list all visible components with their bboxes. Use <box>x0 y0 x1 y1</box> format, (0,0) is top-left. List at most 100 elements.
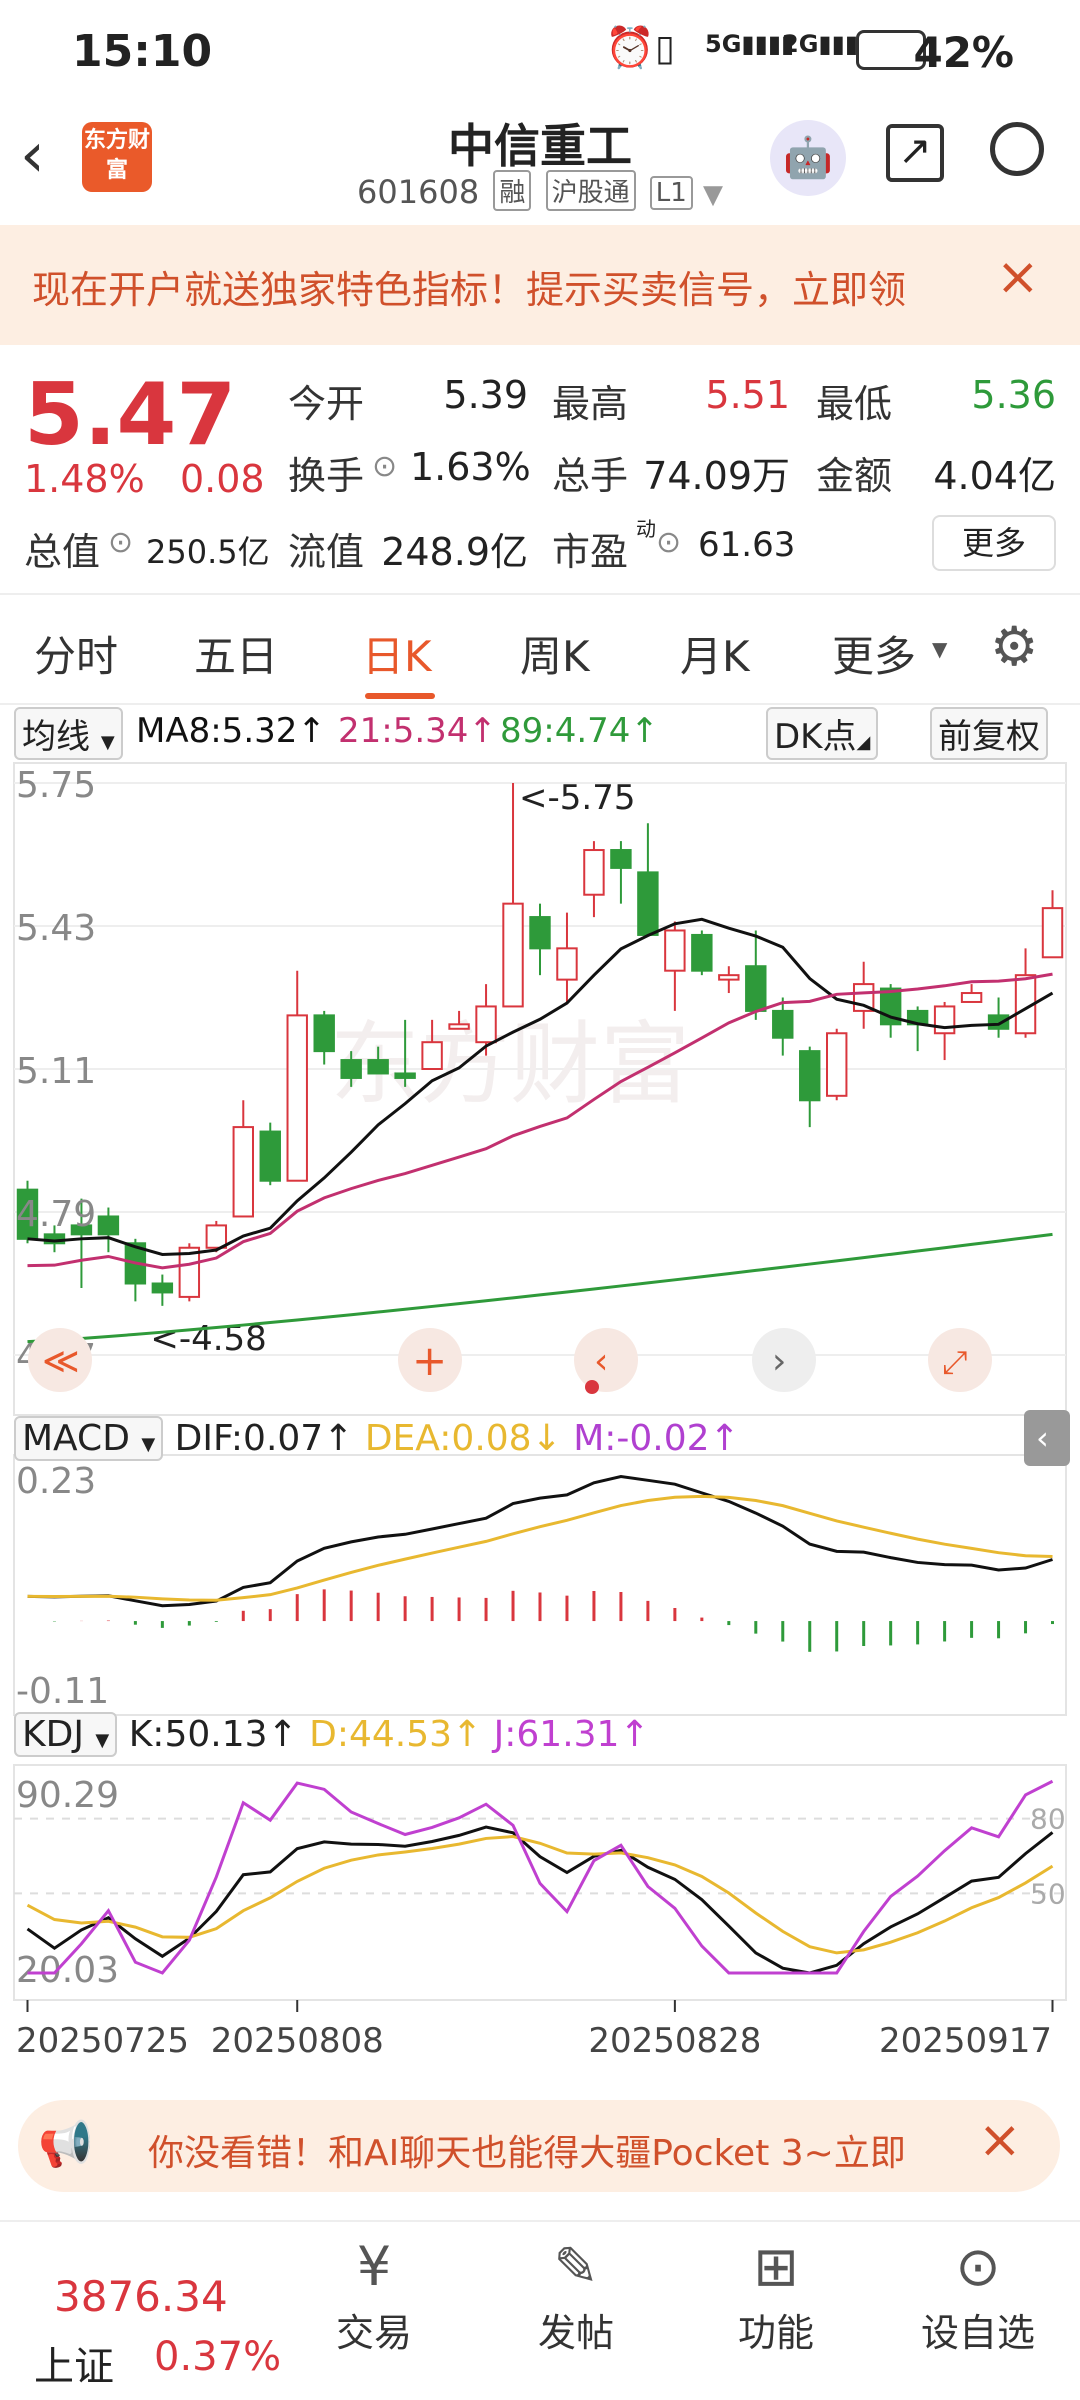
tag-shanghai-connect: 沪股通 <box>545 170 636 211</box>
nav-functions[interactable]: ⊞ 功能 <box>676 2222 876 2357</box>
kdj-selector[interactable]: KDJ ▼ <box>14 1712 118 1757</box>
info-icon[interactable]: ⊙ <box>656 525 681 560</box>
candle-down <box>97 1215 120 1236</box>
adjust-button[interactable]: 前复权 <box>930 707 1048 760</box>
dif-label: DIF:0.07↑ <box>174 1418 354 1459</box>
macd-selector[interactable]: MACD ▼ <box>14 1416 164 1461</box>
more-quote-button[interactable]: 更多 <box>932 515 1056 571</box>
open-value: 5.39 <box>443 373 528 417</box>
ad-banner[interactable]: 📢 你没看错！和AI聊天也能得大疆Pocket 3~立即 × <box>18 2100 1060 2192</box>
ma89-label: 89:4.74↑ <box>500 711 659 751</box>
volume-label: 总手 <box>552 454 629 498</box>
vibrate-icon: ▯ <box>655 28 675 69</box>
trade-icon: ¥ <box>356 2235 392 2298</box>
candle-up <box>205 1224 228 1249</box>
status-time: 15:10 <box>72 26 213 77</box>
nav-add-watchlist[interactable]: ⊙ 设自选 <box>878 2222 1078 2357</box>
index-ticker[interactable]: 3876.34 上证 0.37% <box>18 2242 281 2390</box>
candle-up <box>933 1005 956 1035</box>
more-dots-icon: ⊙ <box>955 2235 1001 2298</box>
tab-intraday[interactable]: 分时 <box>34 623 118 684</box>
candle-up <box>583 849 605 896</box>
tab-monthly-k[interactable]: 月K <box>680 623 750 684</box>
promo-banner[interactable]: 现在开户就送独家特色指标！提示买卖信号，立即领 × <box>0 225 1080 345</box>
nav-trade[interactable]: ¥ 交易 <box>274 2222 474 2357</box>
chevron-left-icon: ‹ <box>1036 1419 1049 1457</box>
candle-down <box>691 933 713 972</box>
kdj-panel: 80 50 90.29 20.03 <box>13 1764 1067 2001</box>
info-icon[interactable]: ⊙ <box>108 525 133 560</box>
nav-post[interactable]: ✎ 发帖 <box>476 2222 676 2357</box>
megaphone-icon: 📢 <box>38 2119 93 2170</box>
candle-up <box>664 929 686 972</box>
kdj-ref-label: 80 <box>1030 1803 1066 1836</box>
ma8-label: MA8:5.32↑ <box>136 711 326 751</box>
promo-banner-text: 现在开户就送独家特色指标！提示买卖信号，立即领 <box>32 268 907 312</box>
corner-icon: ◢ <box>856 732 871 753</box>
network-icon: 5G▮▮▮▮ <box>705 30 795 58</box>
chevron-down-icon: ▼ <box>932 637 948 661</box>
tab-daily-k[interactable]: 日K <box>362 623 432 684</box>
amount-label: 金额 <box>816 454 893 498</box>
candle-down <box>745 965 767 1012</box>
kline-chart[interactable]: 东方财富 <-5.75<-4.58 5.755.435.114.794.47 ≪… <box>0 755 1080 2075</box>
grid-icon: ⊞ <box>753 2235 799 2298</box>
candle-down <box>799 1050 821 1102</box>
max-price-annotation: <-5.75 <box>519 778 635 818</box>
expand-icon: ⤢ <box>942 1343 968 1381</box>
dk-point-label: DK点 <box>774 717 857 757</box>
candle-down <box>772 1009 794 1039</box>
chevron-down-icon: ▼ <box>95 1730 110 1751</box>
candle-down <box>529 916 551 950</box>
open-label: 今开 <box>288 382 365 426</box>
status-bar: 15:10 ⏰ ▯ 5G▮▮▮▮ 2G▮▮▮ 42% <box>0 0 1080 100</box>
dk-point-button[interactable]: DK点◢ <box>766 707 879 760</box>
close-icon[interactable]: × <box>978 2110 1022 2170</box>
candle-down <box>610 849 632 869</box>
d-line <box>26 1835 1054 1955</box>
close-icon[interactable]: × <box>996 247 1040 307</box>
alarm-icon: ⏰ <box>605 25 655 71</box>
candle-up <box>502 902 524 1008</box>
ad-banner-text: 你没看错！和AI聊天也能得大疆Pocket 3~立即 <box>148 2133 906 2174</box>
search-icon[interactable] <box>990 122 1044 176</box>
indicator-selector[interactable]: 均线 ▼ <box>14 707 123 760</box>
candle-down <box>637 871 659 936</box>
index-value: 3876.34 <box>54 2272 228 2321</box>
date-tick-label: 20250725 <box>16 2021 189 2061</box>
period-tabs: 分时 五日 日K 周K 月K 更多 ▼ ⚙ <box>0 595 1080 705</box>
settings-icon[interactable]: ⚙ <box>990 615 1038 678</box>
turnover-label: 换手 <box>288 454 365 498</box>
pe-value: 61.63 <box>698 525 796 565</box>
m-label: M:-0.02↑ <box>573 1418 740 1459</box>
candle-up <box>232 1126 254 1218</box>
tab-five-day[interactable]: 五日 <box>194 623 278 684</box>
market-cap-label: 总值 <box>24 530 101 574</box>
network-2g-icon: 2G▮▮▮ <box>782 30 859 58</box>
double-left-icon: ≪ <box>42 1341 80 1382</box>
active-tab-indicator <box>365 693 435 699</box>
kdj-tick-label: 90.29 <box>16 1775 119 1816</box>
nav-trade-label: 交易 <box>335 2311 412 2355</box>
ai-assistant-icon[interactable]: 🤖 <box>770 120 846 196</box>
tab-more[interactable]: 更多 <box>832 623 916 684</box>
change-amount: 0.08 <box>180 457 265 501</box>
change-percent: 1.48% <box>24 457 145 501</box>
indicator-selector-label: 均线 <box>22 717 90 757</box>
candle-up <box>475 1005 497 1044</box>
macd-panel-border <box>13 1454 1067 1716</box>
float-cap-label: 流值 <box>288 530 365 574</box>
candle-down <box>340 1059 362 1079</box>
kdj-ref-label: 50 <box>1030 1877 1066 1910</box>
stock-header: ‹ 东方财富 中信重工 601608 融 沪股通 L1 ▼ 🤖 ↗ <box>0 100 1080 225</box>
ma-legend-bar: 均线 ▼ MA8:5.32↑ 21:5.34↑ 89:4.74↑ DK点◢ 前复… <box>0 705 1080 760</box>
k-label: K:50.13↑ <box>128 1714 298 1755</box>
share-icon[interactable]: ↗ <box>886 124 944 182</box>
edit-icon: ✎ <box>553 2235 599 2298</box>
tag-margin: 融 <box>493 170 532 211</box>
price-tick-label: 5.11 <box>16 1051 96 1092</box>
chevron-left-icon: ‹ <box>594 1341 608 1382</box>
tab-weekly-k[interactable]: 周K <box>520 623 590 684</box>
info-icon[interactable]: ⊙ <box>372 449 397 484</box>
market-cap-value: 250.5亿 <box>146 533 270 571</box>
